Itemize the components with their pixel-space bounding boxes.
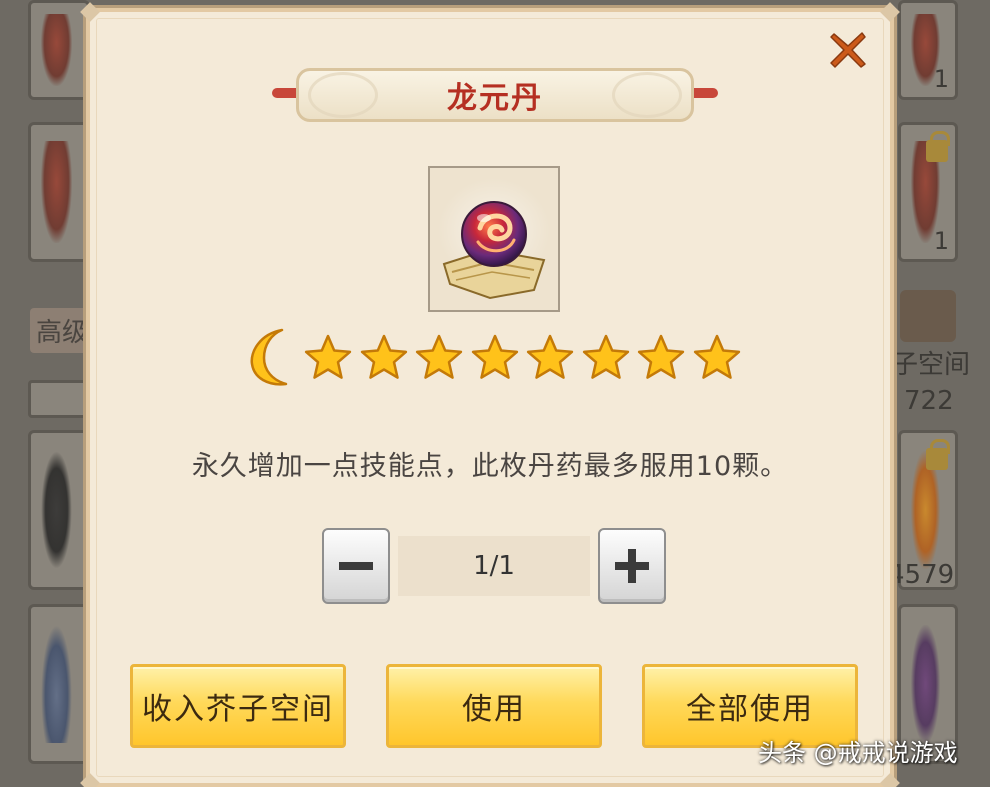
bg-slot [28, 430, 90, 590]
bg-slot [28, 604, 90, 764]
quantity-display[interactable]: 1/1 [398, 536, 590, 596]
bg-count: 4579 [888, 560, 955, 590]
lock-icon [926, 439, 950, 470]
lock-icon [926, 131, 950, 162]
bg-space-label: 子空间 [892, 350, 971, 380]
bg-slot: 1 [898, 0, 958, 100]
store-to-space-button[interactable]: 收入芥子空间 [130, 664, 346, 748]
close-x-icon [830, 32, 866, 68]
chest-icon [900, 290, 956, 342]
plus-icon [615, 549, 649, 583]
item-description: 永久增加一点技能点，此枚丹药最多服用10颗。 [191, 451, 789, 482]
bg-count: 1 [933, 65, 949, 93]
bg-bar [28, 380, 90, 418]
bg-count: 722 [904, 386, 954, 416]
star-icon [415, 334, 463, 379]
grade-stars [244, 326, 744, 392]
item-icon-frame [428, 166, 560, 312]
title-banner: 龙元丹 [272, 64, 718, 126]
star-icon [304, 334, 352, 379]
use-button[interactable]: 使用 [386, 664, 602, 748]
dialog-title: 龙元丹 [447, 81, 543, 116]
bg-tab-advanced: 高级 [30, 308, 95, 353]
star-icon [471, 334, 518, 379]
bg-count: 1 [933, 227, 949, 255]
star-icon [526, 334, 574, 379]
increase-quantity-button[interactable] [598, 528, 666, 604]
star-icon [637, 334, 685, 379]
decrease-quantity-button[interactable] [322, 528, 390, 604]
star-icon [360, 334, 407, 379]
star-icon [582, 334, 629, 379]
watermark-text: 头条 @戒戒说游戏 [758, 739, 958, 767]
star-icon [693, 334, 740, 379]
bg-slot [28, 122, 90, 262]
bg-slot [28, 0, 90, 100]
close-button[interactable] [826, 28, 870, 72]
minus-icon [339, 562, 373, 570]
crescent-moon-icon [250, 328, 288, 386]
dragon-orb-pill-icon [438, 178, 550, 300]
